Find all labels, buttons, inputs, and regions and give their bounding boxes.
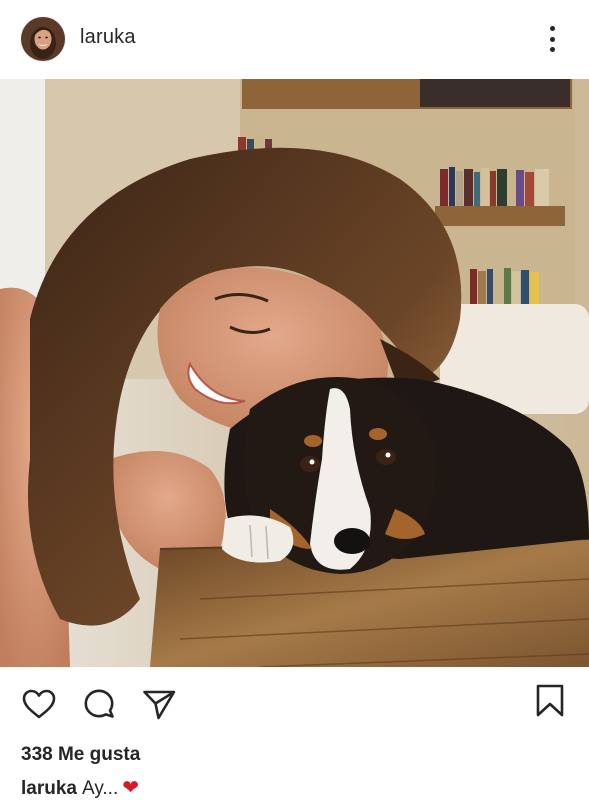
- photo-illustration: [0, 79, 589, 667]
- heart-icon: [22, 689, 56, 719]
- caption-username[interactable]: laruka: [21, 778, 77, 799]
- more-vertical-icon: [549, 26, 555, 31]
- likes-count[interactable]: 338 Me gusta: [21, 744, 140, 766]
- more-dot: [549, 36, 555, 42]
- post-photo[interactable]: [0, 79, 589, 667]
- avatar-image: [21, 17, 65, 61]
- post-username[interactable]: laruka: [80, 26, 136, 49]
- bookmark-icon: [536, 684, 564, 717]
- comment-button[interactable]: [80, 686, 120, 726]
- action-bar: [0, 668, 589, 738]
- caption-heart-emoji: ❤: [122, 777, 140, 799]
- save-button[interactable]: [531, 682, 571, 722]
- more-options-button[interactable]: [536, 22, 568, 56]
- comment-icon: [84, 689, 114, 718]
- post-header: laruka: [0, 0, 589, 78]
- caption-text: Ay...: [81, 778, 119, 799]
- like-button[interactable]: [20, 686, 60, 726]
- more-dot: [549, 47, 555, 52]
- avatar[interactable]: [21, 17, 65, 61]
- share-button[interactable]: [140, 686, 180, 726]
- send-icon: [143, 690, 176, 720]
- caption: laruka Ay... ❤: [21, 775, 139, 800]
